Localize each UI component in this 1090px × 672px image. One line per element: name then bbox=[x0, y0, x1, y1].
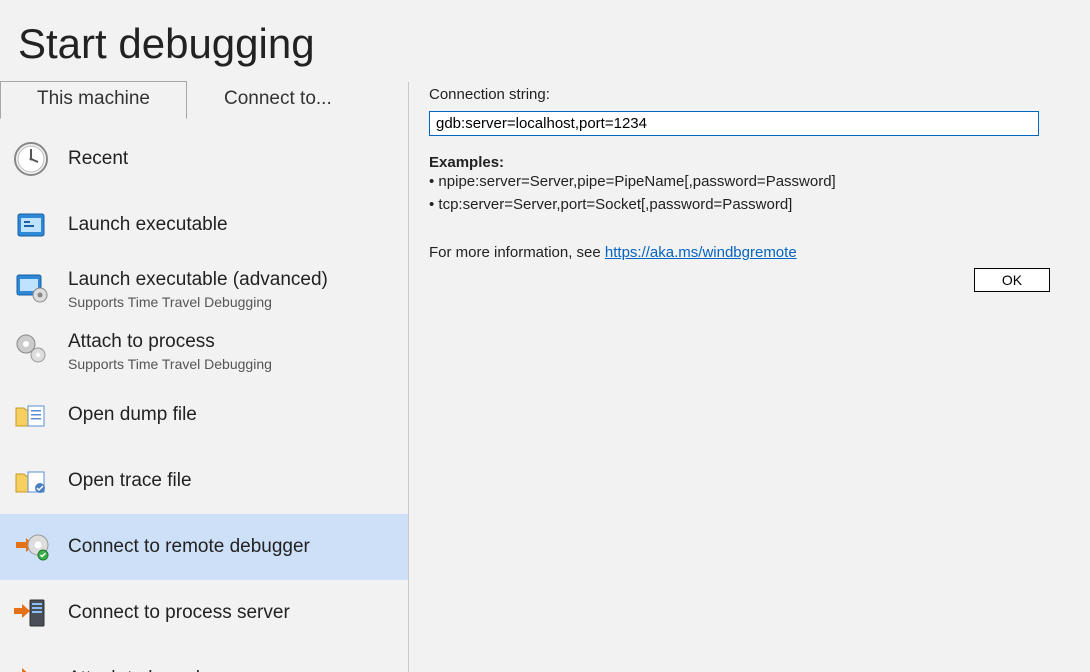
sidebar-item-attach-process[interactable]: Attach to process Supports Time Travel D… bbox=[0, 320, 408, 382]
sidebar-item-label: Attach to process bbox=[68, 330, 272, 354]
sidebar-item-sublabel: Supports Time Travel Debugging bbox=[68, 294, 328, 310]
sidebar-item-label: Launch executable bbox=[68, 213, 228, 237]
sidebar-item-label: Launch executable (advanced) bbox=[68, 268, 328, 292]
example-line: • npipe:server=Server,pipe=PipeName[,pas… bbox=[429, 171, 1050, 194]
board-arrow-icon bbox=[12, 660, 50, 672]
server-arrow-icon bbox=[12, 594, 50, 632]
folder-trace-icon bbox=[12, 462, 50, 500]
more-info-text: For more information, see https://aka.ms… bbox=[429, 244, 1050, 261]
sidebar-items: Recent Launch executable bbox=[0, 126, 408, 672]
sidebar-item-launch-executable[interactable]: Launch executable bbox=[0, 192, 408, 258]
tab-this-machine[interactable]: This machine bbox=[0, 81, 187, 119]
sidebar-item-sublabel: Supports Time Travel Debugging bbox=[68, 356, 272, 372]
sidebar-item-attach-kernel[interactable]: Attach to kernel bbox=[0, 646, 408, 672]
connection-string-input[interactable] bbox=[429, 111, 1039, 136]
example-line: • tcp:server=Server,port=Socket[,passwor… bbox=[429, 194, 1050, 217]
gear-arrow-icon bbox=[12, 528, 50, 566]
sidebar-item-label: Recent bbox=[68, 147, 128, 171]
gears-icon bbox=[12, 330, 50, 368]
connection-string-label: Connection string: bbox=[429, 86, 1050, 103]
tab-connect-to[interactable]: Connect to... bbox=[187, 81, 369, 119]
sidebar-item-label: Connect to process server bbox=[68, 601, 290, 625]
page-title: Start debugging bbox=[18, 20, 1090, 68]
sidebar-item-open-trace[interactable]: Open trace file bbox=[0, 448, 408, 514]
sidebar-item-launch-advanced[interactable]: Launch executable (advanced) Supports Ti… bbox=[0, 258, 408, 320]
ok-button[interactable]: OK bbox=[974, 268, 1050, 292]
launch-icon bbox=[12, 206, 50, 244]
sidebar-item-label: Open trace file bbox=[68, 469, 192, 493]
left-panel: This machine Connect to... Recent bbox=[0, 80, 408, 672]
clock-icon bbox=[12, 140, 50, 178]
sidebar-item-open-dump[interactable]: Open dump file bbox=[0, 382, 408, 448]
tab-bar: This machine Connect to... bbox=[0, 80, 408, 118]
right-panel: Connection string: Examples: • npipe:ser… bbox=[409, 80, 1090, 672]
sidebar-item-label: Connect to remote debugger bbox=[68, 535, 310, 559]
folder-file-icon bbox=[12, 396, 50, 434]
examples-heading: Examples: bbox=[429, 154, 1050, 171]
launch-advanced-icon bbox=[12, 268, 50, 306]
sidebar-item-connect-process-server[interactable]: Connect to process server bbox=[0, 580, 408, 646]
sidebar-item-label: Open dump file bbox=[68, 403, 197, 427]
sidebar-item-connect-remote-debugger[interactable]: Connect to remote debugger bbox=[0, 514, 408, 580]
sidebar-item-label: Attach to kernel bbox=[68, 667, 200, 672]
more-info-link[interactable]: https://aka.ms/windbgremote bbox=[605, 244, 797, 261]
sidebar-item-recent[interactable]: Recent bbox=[0, 126, 408, 192]
